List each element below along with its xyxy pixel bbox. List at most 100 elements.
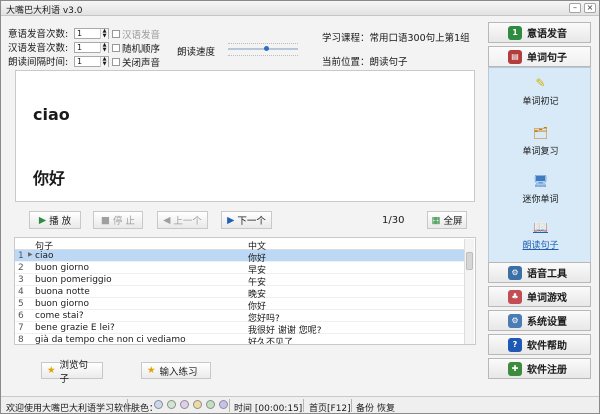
browse-label: 浏览句子 [59, 359, 89, 385]
skin-green[interactable] [167, 400, 176, 409]
table-header: 句子 中文 [15, 238, 466, 252]
table-row[interactable]: 2 buon giorno 早安 [15, 262, 466, 276]
fullscreen-label: 全屏 [443, 216, 463, 227]
yi-count-value: 1 [77, 28, 83, 38]
spin-arrows-icon[interactable]: ▲ ▼ [100, 42, 108, 53]
subitem-read-sentence[interactable]: 📖 朗读句子 [489, 218, 592, 251]
play-button[interactable]: ▶ 播 放 [29, 211, 81, 229]
next-label: 下一个 [237, 216, 266, 227]
sidebar-subpanel: ✎ 单词初记 🗂 单词复习 🖥 迷你单词 📖 朗读句子 [488, 67, 591, 281]
skin-blue[interactable] [154, 400, 163, 409]
close-icon[interactable]: × [584, 3, 596, 13]
sentence-cell: già da tempo che non ci vediamo [35, 335, 186, 345]
window-title: 大嘴巴大利语 v3.0 [6, 6, 83, 16]
interval-input[interactable]: 1 ▲ ▼ [74, 55, 109, 67]
subitem-label: 迷你单词 [522, 195, 559, 205]
status-separator [351, 399, 352, 412]
study-display: ciao 你好 [15, 70, 475, 202]
sidebar-item-word-sentences[interactable]: ▤ 单词句子 [488, 46, 591, 67]
fullscreen-button[interactable]: ▦ 全屏 [427, 211, 467, 229]
table-row[interactable]: 7 bene grazie E lei? 我很好 谢谢 您呢? [15, 322, 466, 336]
sidebar-item-help[interactable]: ? 软件帮助 [488, 334, 591, 355]
current-word: ciao [33, 105, 70, 124]
checkbox-icon [112, 58, 120, 66]
restore-link[interactable]: 恢复 [377, 401, 395, 413]
table-row[interactable]: 3 buon pomeriggio 午安 [15, 274, 466, 288]
sidebar-item-register[interactable]: ✚ 软件注册 [488, 358, 591, 379]
interval-label: 朗读间隔时间: [8, 57, 69, 68]
subitem-label: 单词初记 [522, 97, 559, 107]
note-icon: ✎ [535, 76, 546, 90]
settings-icon: ⚙ [508, 313, 522, 328]
fullscreen-icon: ▦ [431, 214, 441, 226]
row-number: 4 [18, 287, 24, 297]
skin-yellow[interactable] [193, 400, 202, 409]
next-button[interactable]: ▶ 下一个 [221, 211, 272, 229]
yi-count-input[interactable]: 1 ▲ ▼ [74, 27, 109, 39]
table-row[interactable]: 8 già da tempo che non ci vediamo 好久不见了 [15, 334, 466, 345]
home-link[interactable]: 首页[F12] [309, 401, 351, 413]
sentence-cell: bene grazie E lei? [35, 323, 115, 333]
sidebar-label: 语音工具 [527, 269, 567, 280]
table-scrollbar[interactable] [464, 239, 474, 344]
next-icon: ▶ [227, 214, 235, 226]
table-row[interactable]: 5 buon giorno 你好 [15, 298, 466, 312]
row-number: 3 [18, 275, 24, 285]
status-welcome: 欢迎使用大嘴巴大利语学习软件 [6, 404, 133, 414]
scrollbar-thumb[interactable] [466, 252, 473, 270]
random-checkbox[interactable]: 随机顺序 [112, 41, 160, 55]
chinese-cell: 好久不见了 [248, 338, 294, 345]
minimize-icon[interactable]: – [569, 3, 581, 13]
speed-slider[interactable] [228, 46, 298, 51]
sidebar-item-italian-pronunciation[interactable]: 1 意语发音 [488, 22, 591, 43]
sidebar-item-settings[interactable]: ⚙ 系统设置 [488, 310, 591, 331]
row-number: 6 [18, 311, 24, 321]
cn-count-value: 1 [77, 42, 83, 52]
browse-button[interactable]: ★ 浏览句子 [41, 360, 103, 385]
subitem-word-initial[interactable]: ✎ 单词初记 [489, 74, 592, 107]
register-icon: ✚ [508, 361, 522, 376]
cn-voice-label: 汉语发音 [122, 30, 161, 41]
input-practice-label: 输入练习 [159, 366, 198, 378]
interval-row: 朗读间隔时间: 1 ▲ ▼ [8, 54, 109, 68]
mute-label: 关闭声音 [122, 58, 161, 69]
sidebar-label: 单词游戏 [527, 293, 567, 304]
sidebar-label: 软件注册 [527, 365, 567, 376]
course-info: 学习课程：常用口语300句上第1组 [322, 33, 470, 44]
cn-count-row: 汉语发音次数: 1 ▲ ▼ [8, 40, 109, 54]
subitem-mini-word[interactable]: 🖥 迷你单词 [489, 172, 592, 205]
status-separator [127, 399, 128, 412]
skin-violet[interactable] [219, 400, 228, 409]
subitem-word-review[interactable]: 🗂 单词复习 [489, 124, 592, 157]
position-info: 当前位置：朗读句子 [322, 57, 408, 68]
input-practice-button[interactable]: ★ 输入练习 [141, 362, 211, 379]
sentence-cell: ciao [35, 251, 54, 261]
row-number: 8 [18, 335, 24, 345]
row-marker-icon: ▶ [28, 251, 33, 258]
sidebar-item-voice-tools[interactable]: ⚙ 语音工具 [488, 262, 591, 283]
sentence-cell: come stai? [35, 311, 84, 321]
skin-purple[interactable] [180, 400, 189, 409]
playback-controls: ▶ 播 放 ■ 停 止 ◀ 上一个 ▶ 下一个 1/30 ▦ 全屏 [29, 211, 477, 229]
sidebar-item-word-games[interactable]: ♣ 单词游戏 [488, 286, 591, 307]
cn-voice-checkbox[interactable]: 汉语发音 [112, 27, 160, 41]
game-icon: ♣ [508, 289, 522, 304]
backup-link[interactable]: 备份 [356, 401, 374, 413]
skin-green-2[interactable] [206, 400, 215, 409]
stop-button[interactable]: ■ 停 止 [93, 211, 143, 229]
sentence-cell: buon giorno [35, 263, 89, 273]
mute-checkbox[interactable]: 关闭声音 [112, 55, 160, 69]
prev-button[interactable]: ◀ 上一个 [157, 211, 208, 229]
sentence-cell: buon giorno [35, 299, 89, 309]
slider-thumb[interactable] [264, 46, 269, 51]
table-row[interactable]: 4 buona notte 晚安 [15, 286, 466, 300]
table-row[interactable]: 6 come stai? 您好吗? [15, 310, 466, 324]
read-icon: 📖 [533, 220, 548, 234]
spin-arrows-icon[interactable]: ▲ ▼ [100, 28, 108, 39]
table-row[interactable]: 1 ▶ ciao 你好 [15, 250, 466, 264]
sidebar: 1 意语发音 ▤ 单词句子 ✎ 单词初记 🗂 单词复习 🖥 迷你单词 📖 朗读句子 ⚙ 语音工… [488, 22, 591, 394]
help-icon: ? [508, 337, 522, 352]
sentence-cell: buon pomeriggio [35, 275, 112, 285]
cn-count-input[interactable]: 1 ▲ ▼ [74, 41, 109, 53]
spin-arrows-icon[interactable]: ▲ ▼ [100, 56, 108, 67]
